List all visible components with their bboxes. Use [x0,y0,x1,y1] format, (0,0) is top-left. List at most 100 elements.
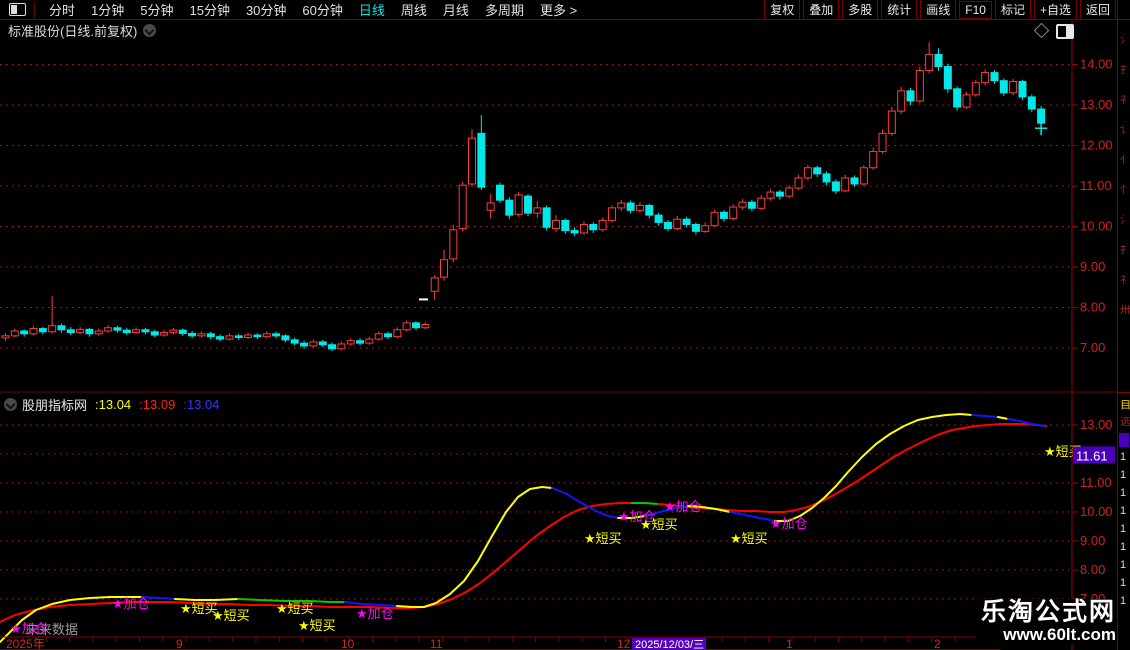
candle [486,202,495,211]
site-watermark: 乐淘公式网 www.60lt.com [974,599,1116,644]
right-edge-strip[interactable]: 氵扌礻讠亻忄氵扌礻卅自选111111111 [1117,0,1130,650]
candle [635,204,644,211]
candle [188,332,197,337]
signal-加仓: ★加仓 [112,596,150,611]
strip-text-fragment: 扌 [1120,65,1130,76]
signal-短买: ★短买 [730,531,768,546]
indicator-value-yellow: :13.04 [95,396,132,412]
chevron-down-circle-icon[interactable] [4,397,17,411]
period-tab-月线[interactable]: 月线 [435,0,477,19]
svg-text:2025/12/03/三: 2025/12/03/三 [635,639,704,650]
strip-text-fragment: 忄 [1120,185,1130,196]
candle [412,322,421,329]
indicator-header: 股朋指标网 :13.04 :13.09 :13.04 [4,396,219,413]
strip-text-fragment: 氵 [1120,215,1130,226]
strip-text-fragment: 选 [1120,417,1130,428]
candle [458,184,467,230]
candle [682,218,691,225]
action-button-统计[interactable]: 统计 [881,0,918,20]
action-button-多股[interactable]: 多股 [842,0,879,20]
candle [160,332,169,336]
candle [561,219,570,232]
candle [673,218,682,230]
action-button-画线[interactable]: 画线 [920,0,957,20]
signal-加仓: ★加仓 [356,606,394,621]
period-tab-60分钟[interactable]: 60分钟 [294,0,350,19]
candle [85,328,94,335]
period-tab-分时[interactable]: 分时 [41,0,83,19]
main-axis-label: 10.00 [1080,219,1113,234]
candle [953,88,962,108]
candle [691,223,700,232]
split-pane-icon[interactable] [1056,24,1074,39]
action-button-返回[interactable]: 返回 [1079,0,1116,20]
chart-title-bar: 标准股份(日线.前复权) [8,22,157,39]
candle [785,187,794,197]
strip-text-fragment: 礻 [1120,275,1130,286]
strip-text-fragment: 扌 [1120,245,1130,256]
candle [645,204,654,216]
candle [318,341,327,346]
indicator-gridlines [0,424,1070,600]
strip-text-fragment: 1 [1120,578,1127,589]
chevron-down-circle-icon[interactable] [143,23,157,37]
candle [971,82,980,96]
period-tab-更多 >[interactable]: 更多 > [532,0,585,19]
candle [813,167,822,175]
period-tab-30分钟[interactable]: 30分钟 [238,0,294,19]
candle [309,341,318,347]
candle [48,325,57,333]
candle [999,80,1008,94]
candle [654,214,663,223]
action-button-复权[interactable]: 复权 [764,0,801,20]
period-tab-15分钟[interactable]: 15分钟 [181,0,237,19]
stock-title: 标准股份(日线.前复权) [8,23,138,39]
period-tab-多周期[interactable]: 多周期 [477,0,532,19]
diamond-icon[interactable] [1033,22,1050,39]
candle [710,211,719,227]
action-button-+自选[interactable]: +自选 [1033,0,1077,20]
date-axis[interactable]: 2025年 9 10 11 12 1 22025/12/03/三 [6,637,1049,650]
candle [1,335,10,339]
candle [262,333,271,338]
action-button-F10[interactable]: F10 [959,0,992,19]
axis-month-label: 12 [617,637,631,650]
action-button-叠加[interactable]: 叠加 [803,0,840,20]
main-axis-label: 14.00 [1080,57,1113,72]
candle [701,225,710,232]
candle [346,340,355,345]
candle [57,325,66,331]
main-chart-gridlines [0,64,1070,349]
period-tab-5分钟[interactable]: 5分钟 [132,0,181,19]
axis-month-label: 11 [430,637,443,650]
action-button-标记[interactable]: 标记 [994,0,1031,20]
signal-加仓: ★加仓 [770,516,808,531]
period-tab-1分钟[interactable]: 1分钟 [83,0,132,19]
candle [869,151,878,169]
signal-加仓: ★加仓 [10,621,48,636]
period-tab-周线[interactable]: 周线 [393,0,435,19]
candle [393,329,402,338]
candle [1037,108,1046,124]
candle [850,177,859,185]
candle [514,194,523,215]
candle [831,181,840,192]
axis-month-label: 2 [934,637,941,650]
indicator-axis-label: 9.00 [1080,533,1105,548]
candle [384,333,393,338]
strip-text-fragment: 礻 [1120,95,1130,106]
candle [430,277,439,292]
window-icon[interactable] [9,3,26,16]
candle [421,324,430,329]
candle [962,94,971,108]
candle [477,132,486,188]
candle [169,329,178,334]
strip-text-fragment: 氵 [1120,35,1130,46]
period-tab-日线[interactable]: 日线 [351,0,393,19]
strip-purple-block [1119,433,1129,447]
candle [589,223,598,231]
candle [505,199,514,216]
candle [197,333,206,337]
candle [94,330,103,335]
signal-短买: ★短买 [584,531,622,546]
